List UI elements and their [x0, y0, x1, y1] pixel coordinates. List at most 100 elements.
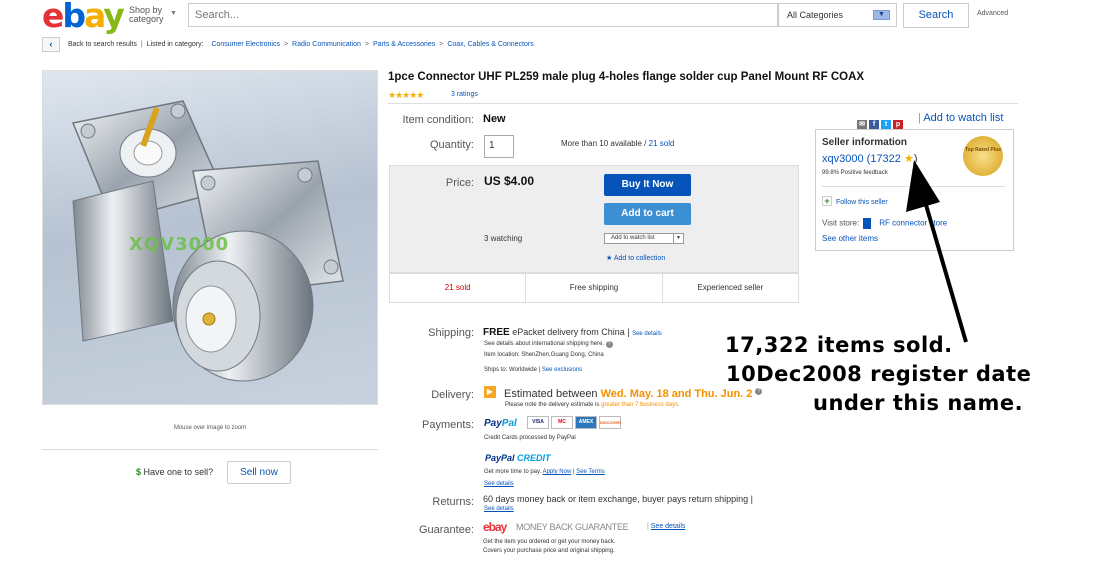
help-icon[interactable]: ? — [755, 388, 763, 395]
apply-now-link[interactable]: Apply Now — [543, 469, 572, 475]
ratings-link[interactable]: 3 ratings — [451, 91, 478, 98]
watch-link-label: Add to watch list — [923, 112, 1004, 124]
star-rating-icon[interactable]: ★★★★★ — [388, 90, 424, 101]
add-to-watch-list-button[interactable]: Add to watch list ▼ — [604, 233, 684, 244]
returns-value: 60 days money back or item exchange, buy… — [483, 494, 753, 504]
paypal-credit-a: PayPal — [485, 453, 515, 463]
breadcrumb-item[interactable]: Coax, Cables & Connectors — [447, 41, 533, 48]
delivery-dates: Wed. May. 18 and Thu. Jun. 2 — [600, 388, 753, 400]
follow-seller-link[interactable]: + Follow this seller — [822, 196, 888, 206]
card-logos: VISA MC AMEX DISCOVER — [527, 416, 621, 429]
feedback-score[interactable]: (17322 — [867, 153, 901, 165]
category-select[interactable]: All Categories ▼ — [778, 3, 897, 27]
divider — [388, 103, 1018, 104]
paypal-a: Pay — [484, 418, 502, 429]
breadcrumb-item[interactable]: Parts & Accessories — [373, 41, 435, 48]
chevron-down-icon[interactable]: ▼ — [170, 10, 177, 17]
stats-bar: 21 sold Free shipping Experienced seller — [389, 273, 799, 303]
price-label: Price: — [445, 177, 474, 189]
see-details-link[interactable]: | See details — [647, 523, 685, 530]
visa-icon: VISA — [527, 416, 549, 429]
amex-icon: AMEX — [575, 416, 597, 429]
condition-value: New — [483, 113, 506, 125]
shipping-label: Shipping: — [428, 327, 474, 339]
watching-count: 3 watching — [484, 234, 523, 243]
follow-label: Follow this seller — [836, 199, 888, 206]
annotation-line2: 10Dec2008 register date — [726, 362, 1032, 386]
item-title: 1pce Connector UHF PL259 male plug 4-hol… — [388, 71, 865, 83]
annotation-line1: 17,322 items sold. — [725, 333, 953, 357]
chevron-down-icon: ▼ — [873, 10, 890, 20]
paypal-b: Pal — [501, 418, 517, 429]
ships-to-text: Ships to: Worldwide | — [484, 367, 541, 373]
price-value: US $4.00 — [484, 174, 535, 188]
sold-link[interactable]: 21 sold — [649, 139, 675, 148]
discover-icon: DISCOVER — [599, 416, 621, 429]
add-watch-btn-label: Add to watch list — [611, 235, 655, 241]
shop-by-line2: category — [129, 14, 164, 24]
add-collection-label: Add to collection — [613, 255, 666, 262]
ebay-logo[interactable]: ebay — [42, 0, 125, 35]
positive-feedback: 99.8% Positive feedback — [822, 170, 888, 176]
zoom-hint: Mouse over image to zoom — [173, 425, 247, 431]
guarantee-label: Guarantee: — [418, 524, 474, 536]
ebay-guarantee-logo-icon: ebay — [483, 520, 507, 534]
product-image[interactable]: XQV3000 — [42, 70, 378, 405]
see-details-link[interactable]: See details — [484, 506, 514, 512]
ships-to: Ships to: Worldwide | See exclusions — [484, 367, 582, 373]
dollar-icon: $ — [136, 467, 142, 477]
logo-y: y — [103, 0, 124, 35]
back-arrow-icon[interactable]: ‹ — [42, 37, 60, 52]
see-details-label: See details — [650, 523, 686, 530]
plus-icon: + — [822, 196, 832, 206]
search-button[interactable]: Search — [903, 3, 969, 28]
seller-name-link[interactable]: xqv3000 — [822, 153, 864, 165]
breadcrumb-item[interactable]: Radio Communication — [292, 41, 361, 48]
money-back-guarantee: MONEY BACK GUARANTEE — [516, 522, 629, 532]
listed-in-label: Listed in category: — [146, 41, 204, 48]
see-exclusions-link[interactable]: See exclusions — [542, 367, 582, 373]
back-to-search-link[interactable]: Back to search results — [68, 41, 137, 48]
availability-text: More than 10 available / — [561, 139, 647, 148]
add-to-watch-list-link[interactable]: | Add to watch list — [918, 112, 1003, 124]
have-one-label: Have one to sell? — [143, 467, 214, 477]
credit-note: Get more time to pay. Apply Now | See Te… — [484, 469, 605, 475]
intl-shipping-note: See details about international shipping… — [484, 341, 613, 348]
cards-note: Credit Cards processed by PayPal — [484, 435, 576, 441]
shop-by-category-button[interactable]: Shop by category — [129, 6, 164, 24]
see-terms-link[interactable]: See Terms — [576, 469, 605, 475]
help-icon[interactable]: ? — [605, 341, 613, 348]
see-other-items-link[interactable]: See other items — [822, 234, 878, 243]
guarantee-line2: Covers your purchase price and original … — [483, 548, 615, 554]
buy-it-now-button[interactable]: Buy It Now — [604, 174, 691, 196]
mastercard-icon: MC — [551, 416, 573, 429]
delivery-estimate: Estimated between Wed. May. 18 and Thu. … — [504, 388, 763, 400]
share-icons: ✉ f t p — [857, 113, 905, 130]
payments-label: Payments: — [422, 419, 474, 431]
quantity-input[interactable]: 1 — [484, 135, 514, 158]
search-input[interactable] — [188, 3, 778, 27]
logo-a: a — [84, 0, 105, 35]
add-to-collection-link[interactable]: ★ Add to collection — [606, 254, 665, 262]
availability: More than 10 available / 21 sold — [561, 139, 674, 148]
advanced-search-link[interactable]: Advanced — [977, 10, 1008, 17]
breadcrumb-item[interactable]: Consumer Electronics — [211, 41, 279, 48]
seller-info-title: Seller information — [822, 137, 908, 148]
category-select-value: All Categories — [787, 10, 844, 20]
item-location: Item location: ShenZhen,Guang Dong, Chin… — [484, 352, 604, 358]
intl-shipping-text: See details about international shipping… — [484, 341, 605, 347]
sell-now-button[interactable]: Sell now — [227, 461, 291, 484]
add-to-cart-button[interactable]: Add to cart — [604, 203, 691, 225]
shipping-value: FREE ePacket delivery from China | See d… — [483, 327, 662, 338]
quantity-label: Quantity: — [429, 139, 474, 151]
delivery-note-text: Please note the delivery estimate is — [505, 402, 600, 408]
see-details-link[interactable]: See details — [484, 481, 514, 487]
delivery-label: Delivery: — [431, 389, 474, 401]
paypal-credit-logo-icon: PayPal CREDIT — [485, 453, 551, 463]
see-details-link[interactable]: See details — [632, 331, 662, 337]
annotation-line3: under this name. — [813, 391, 1024, 415]
logo-b: b — [62, 0, 86, 35]
credit-note-text: Get more time to pay. — [484, 469, 542, 475]
chevron-down-icon[interactable]: ▼ — [673, 234, 683, 243]
breadcrumb: Back to search results | Listed in categor… — [68, 41, 534, 48]
